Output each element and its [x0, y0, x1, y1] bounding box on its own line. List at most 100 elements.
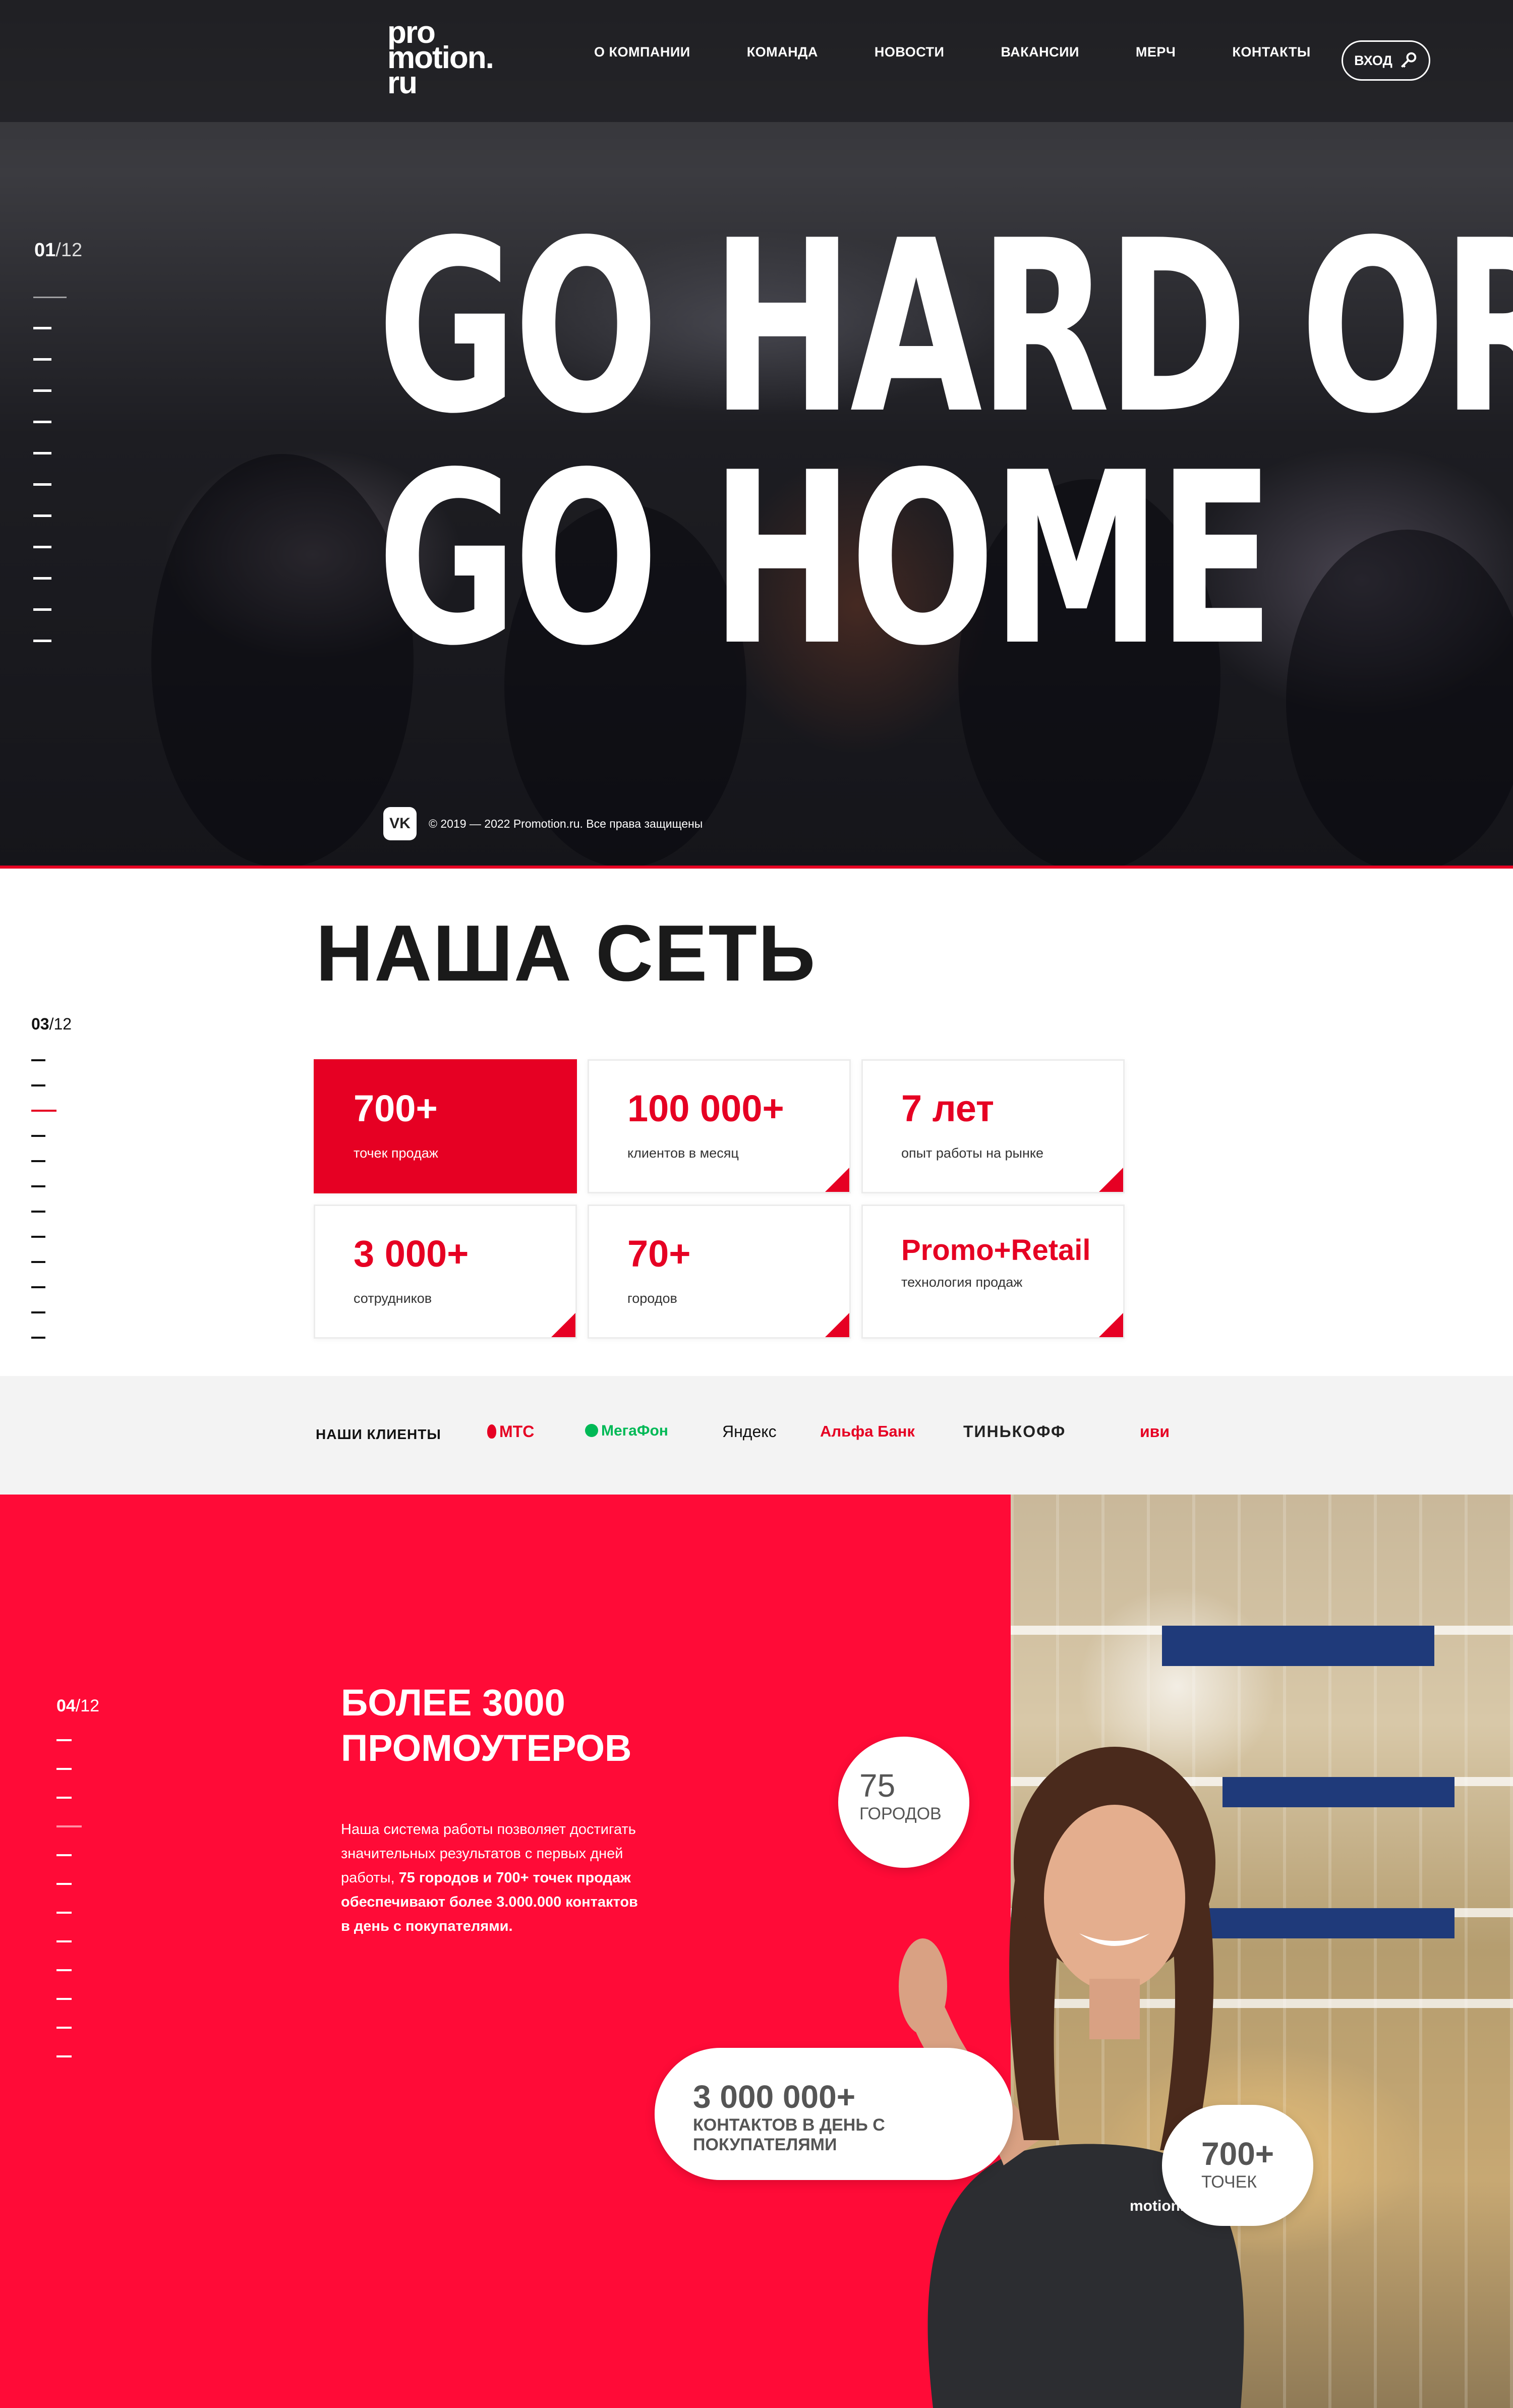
corner-accent — [1099, 1168, 1123, 1192]
slide-tick[interactable] — [33, 514, 51, 517]
slide-tick[interactable] — [31, 1261, 45, 1263]
stat-card: Promo+Retail технология продаж — [861, 1205, 1125, 1339]
stat-bubble-points: 700+ ТОЧЕК — [1162, 2105, 1313, 2226]
hero-section: pro motion. ru О КОМПАНИИ КОМАНДА НОВОСТ… — [0, 0, 1513, 869]
hero-footer: VK © 2019 — 2022 Promotion.ru. Все права… — [383, 807, 703, 840]
corner-accent — [551, 1313, 575, 1337]
copyright-text: © 2019 — 2022 Promotion.ru. Все права за… — [429, 817, 703, 830]
slide-tick[interactable] — [31, 1286, 45, 1288]
stat-value: Promo+Retail — [901, 1234, 1091, 1267]
slide-tick[interactable] — [33, 640, 51, 642]
slide-tick[interactable] — [33, 389, 51, 392]
slide-tick[interactable] — [33, 577, 51, 580]
divider — [0, 866, 1513, 869]
stat-card: 100 000+ клиентов в месяц — [588, 1059, 851, 1193]
nav-item-vacancies[interactable]: ВАКАНСИИ — [1001, 44, 1079, 60]
slide-tick[interactable] — [31, 1084, 45, 1086]
slide-tick[interactable] — [56, 1998, 72, 2000]
stat-value: 3 000+ — [354, 1233, 469, 1275]
slide-tick[interactable] — [56, 1940, 72, 1942]
stat-value: 700+ — [354, 1087, 438, 1129]
slide-tick[interactable] — [33, 483, 51, 486]
slide-tick[interactable] — [31, 1311, 45, 1313]
stat-bubble-contacts: 3 000 000+ КОНТАКТОВ В ДЕНЬ С ПОКУПАТЕЛЯ… — [655, 2048, 1013, 2180]
client-logo-megafon[interactable]: МегаФон — [585, 1422, 668, 1440]
nav-item-news[interactable]: НОВОСТИ — [875, 44, 945, 60]
slide-tick[interactable] — [33, 452, 51, 454]
slide-tick[interactable] — [56, 2027, 72, 2029]
network-title: НАША СЕТЬ — [316, 909, 817, 998]
mall-banner — [1162, 1626, 1434, 1666]
site-header: pro motion. ru О КОМПАНИИ КОМАНДА НОВОСТ… — [0, 0, 1513, 122]
slide-counter: 01/12 — [34, 240, 83, 261]
stat-card: 70+ городов — [588, 1205, 851, 1339]
slide-tick[interactable] — [56, 1797, 72, 1799]
stat-value: 7 лет — [901, 1087, 995, 1129]
stat-label: клиентов в месяц — [627, 1145, 739, 1161]
slide-ticks — [33, 297, 67, 671]
slide-ticks — [31, 1059, 56, 1362]
stat-card: 700+ точек продаж — [314, 1059, 577, 1193]
slide-tick[interactable] — [56, 2055, 72, 2057]
slide-tick[interactable] — [56, 1883, 72, 1885]
slide-tick[interactable] — [31, 1337, 45, 1339]
main-nav: О КОМПАНИИ КОМАНДА НОВОСТИ ВАКАНСИИ МЕРЧ… — [594, 44, 1367, 60]
vk-icon[interactable]: VK — [383, 807, 417, 840]
promo-title: БОЛЕЕ 3000 ПРОМОУТЕРОВ — [341, 1682, 632, 1769]
clients-label: НАШИ КЛИЕНТЫ — [316, 1426, 441, 1442]
slide-tick[interactable] — [56, 1739, 72, 1741]
nav-item-contacts[interactable]: КОНТАКТЫ — [1232, 44, 1310, 60]
client-logo-tinkoff[interactable]: ТИНЬКОФФ — [963, 1422, 1066, 1441]
key-icon — [1401, 52, 1417, 68]
slide-tick[interactable] — [31, 1135, 45, 1137]
slide-tick[interactable] — [31, 1160, 45, 1162]
nav-item-company[interactable]: О КОМПАНИИ — [594, 44, 690, 60]
client-logo-ivi[interactable]: иви — [1140, 1422, 1170, 1441]
slide-counter: 04/12 — [56, 1696, 100, 1715]
stat-card: 7 лет опыт работы на рынке — [861, 1059, 1125, 1193]
nav-item-merch[interactable]: МЕРЧ — [1136, 44, 1176, 60]
megafon-icon — [585, 1424, 598, 1437]
slide-tick[interactable] — [31, 1110, 56, 1112]
site-logo[interactable]: pro motion. ru — [387, 17, 494, 99]
promo-description: Наша система работы позволяет достигать … — [341, 1821, 638, 1934]
slide-tick[interactable] — [33, 421, 51, 423]
slide-tick[interactable] — [31, 1236, 45, 1238]
slide-tick[interactable] — [31, 1185, 45, 1187]
stat-value: 70+ — [627, 1233, 691, 1275]
promoters-section: 04/12 БОЛЕЕ 3000 ПРОМОУТЕРОВ Наша систем… — [0, 1495, 1513, 2408]
login-label: ВХОД — [1354, 52, 1392, 68]
clients-strip: НАШИ КЛИЕНТЫ МТС МегаФон Яндекс Альфа Ба… — [0, 1376, 1513, 1495]
stat-label: опыт работы на рынке — [901, 1145, 1043, 1161]
nav-item-team[interactable]: КОМАНДА — [747, 44, 818, 60]
slide-tick[interactable] — [33, 327, 51, 329]
slide-tick[interactable] — [33, 546, 51, 548]
slide-tick[interactable] — [31, 1059, 45, 1061]
slide-tick[interactable] — [56, 1912, 72, 1914]
slide-tick[interactable] — [33, 358, 51, 361]
stat-card: 3 000+ сотрудников — [314, 1205, 577, 1339]
slide-tick[interactable] — [56, 1854, 72, 1856]
stat-label: сотрудников — [354, 1291, 432, 1306]
client-logo-yandex[interactable]: Яндекс — [722, 1422, 777, 1441]
crowd-shape — [151, 454, 414, 868]
stat-bubble-cities: 75 ГОРОДОВ — [838, 1737, 969, 1868]
stats-grid: 700+ точек продаж 100 000+ клиентов в ме… — [314, 1059, 1126, 1342]
client-logo-mts[interactable]: МТС — [487, 1422, 534, 1441]
corner-accent — [825, 1313, 849, 1337]
stat-label: технология продаж — [901, 1275, 1023, 1290]
stat-value: 100 000+ — [627, 1087, 784, 1129]
slide-tick[interactable] — [33, 608, 51, 611]
slide-tick[interactable] — [56, 1825, 82, 1827]
corner-accent — [1099, 1313, 1123, 1337]
slide-tick[interactable] — [56, 1768, 72, 1770]
slide-tick[interactable] — [33, 297, 67, 298]
hero-title: GO HARD OR GO HOME — [377, 190, 1513, 698]
slide-tick[interactable] — [31, 1211, 45, 1213]
slide-counter: 03/12 — [31, 1015, 72, 1033]
client-logo-alfa[interactable]: Альфа Банк — [820, 1422, 915, 1441]
login-button[interactable]: ВХОД — [1342, 40, 1430, 81]
slide-tick[interactable] — [56, 1969, 72, 1971]
mts-egg-icon — [487, 1424, 496, 1439]
corner-accent — [825, 1168, 849, 1192]
